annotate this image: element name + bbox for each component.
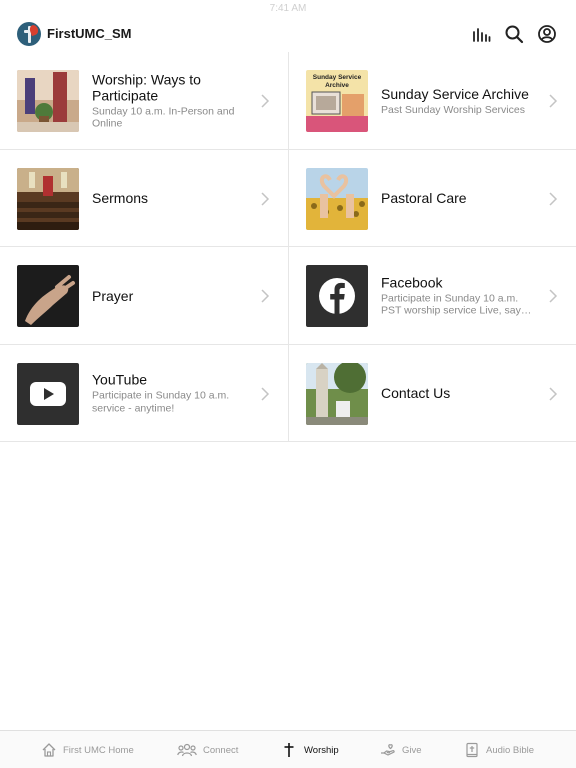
menu-item-title: Sunday Service Archive [381,85,529,102]
menu-item-title: Worship: Ways to Participate [92,71,201,103]
tab-label: Audio Bible [486,744,535,756]
menu-item-subtitle: Participate in Sunday 10 a.m. PST worshi… [381,292,532,317]
tab-label: Give [402,744,422,756]
chevron-right-icon [548,386,558,401]
menu-row: Sermons Pastoral Care [0,150,576,247]
archive-thumb-line-1: Sunday Service [313,74,362,81]
tab-label: Connect [203,744,239,756]
menu-item-sunday-service-archive[interactable]: Sunday Service Archive Sunday Service Ar… [288,52,576,149]
menu-item-text: Contact Us [381,385,541,401]
tab-worship[interactable]: Worship [282,731,339,768]
menu-item-prayer[interactable]: Prayer [0,247,288,344]
tab-first-umc-home[interactable]: First UMC Home [41,731,134,768]
menu-item-title: Pastoral Care [381,190,467,206]
menu-item-facebook[interactable]: Facebook Participate in Sunday 10 a.m. P… [288,247,576,344]
menu-item-pastoral-care[interactable]: Pastoral Care [288,150,576,247]
menu-item-title: Facebook [381,274,443,290]
youtube-thumbnail [17,362,79,425]
menu-item-youtube[interactable]: YouTube Participate in Sunday 10 a.m. se… [0,345,288,442]
menu-item-text: Sunday Service Archive Past Sunday Worsh… [381,85,541,116]
home-icon [41,742,57,758]
giving-hand-icon [380,742,396,758]
bible-icon [464,742,480,758]
profile-icon[interactable] [537,24,557,44]
menu-item-title: Contact Us [381,385,451,401]
menu-item-title: Prayer [92,287,134,304]
status-bar: 7:41 AM [0,0,576,18]
church-logo-icon [17,22,41,46]
bottom-tab-bar: First UMC Home Connect Worship Give Audi… [0,730,576,768]
chevron-right-icon [260,94,270,108]
menu-item-text: Facebook Participate in Sunday 10 a.m. P… [381,274,541,317]
menu-item-text: Pastoral Care [381,190,541,206]
worship-thumbnail [17,70,79,132]
chevron-right-icon [260,191,270,206]
menu-item-text: Sermons [92,190,252,206]
archive-thumbnail: Sunday Service Archive [306,70,368,132]
facebook-thumbnail [306,265,368,327]
status-time: 7:41 AM [269,3,307,14]
menu-item-worship[interactable]: Worship: Ways to Participate Sunday 10 a… [0,52,288,149]
menu-item-title: Sermons [92,190,149,206]
people-icon [177,742,197,758]
tab-label: First UMC Home [63,744,134,756]
menu-grid: Worship: Ways to Participate Sunday 10 a… [0,52,576,442]
tab-connect[interactable]: Connect [177,731,238,768]
chevron-right-icon [548,94,558,108]
contact-us-thumbnail [306,362,368,425]
chevron-right-icon [260,289,270,303]
search-icon[interactable] [504,24,524,44]
tab-give[interactable]: Give [380,731,422,768]
menu-item-sermons[interactable]: Sermons [0,150,288,247]
sermons-thumbnail [17,167,79,230]
menu-item-text: Worship: Ways to Participate Sunday 10 a… [92,71,252,130]
menu-item-subtitle: Sunday 10 a.m. In-Person and Online [92,105,235,130]
chevron-right-icon [548,289,558,303]
archive-thumb-line-2: Archive [325,82,349,89]
chevron-right-icon [548,191,558,206]
menu-item-title: YouTube [92,371,148,388]
tab-audio-bible[interactable]: Audio Bible [464,731,534,768]
menu-row: YouTube Participate in Sunday 10 a.m. se… [0,345,576,442]
pastoral-care-thumbnail [306,167,368,230]
menu-item-text: Prayer [92,288,252,304]
app-header: FirstUMC_SM [0,18,576,52]
audio-bars-icon[interactable] [471,24,491,44]
chevron-right-icon [260,386,270,401]
menu-item-subtitle: Participate in Sunday 10 a.m. service - … [92,389,230,415]
prayer-thumbnail [17,265,79,327]
menu-row: Prayer Facebook Participate in Sunday 10… [0,247,576,345]
cross-icon [282,742,298,758]
menu-item-contact-us[interactable]: Contact Us [288,345,576,442]
app-title: FirstUMC_SM [47,26,132,41]
menu-row: Worship: Ways to Participate Sunday 10 a… [0,52,576,150]
menu-item-subtitle: Past Sunday Worship Services [381,103,525,116]
tab-label: Worship [304,744,339,756]
menu-item-text: YouTube Participate in Sunday 10 a.m. se… [92,372,252,415]
